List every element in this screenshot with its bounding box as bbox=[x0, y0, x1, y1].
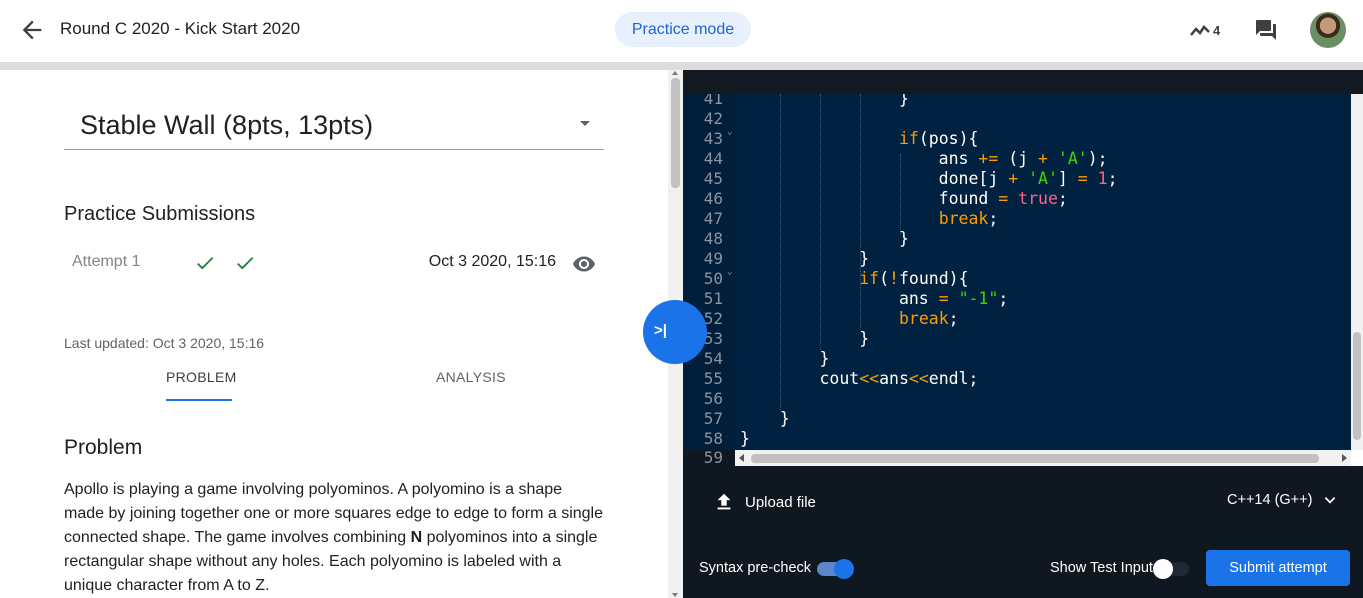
editor-gutter-footer: 59 bbox=[683, 448, 735, 467]
problem-heading: Problem bbox=[64, 436, 143, 459]
code-line: 56 bbox=[703, 389, 723, 408]
problem-statement: Apollo is playing a game involving polyo… bbox=[64, 478, 604, 598]
attempt-date: Oct 3 2020, 15:16 bbox=[428, 253, 556, 270]
attempt-label: Attempt 1 bbox=[72, 253, 141, 270]
scroll-right-arrow-icon[interactable] bbox=[1342, 454, 1347, 462]
problem-dropdown[interactable]: Stable Wall (8pts, 13pts) bbox=[64, 110, 604, 150]
active-tab-indicator bbox=[166, 399, 232, 401]
code-line: 52 break; bbox=[703, 309, 959, 328]
code-line: 58} bbox=[703, 429, 750, 448]
scroll-up-arrow-icon[interactable] bbox=[672, 71, 678, 75]
code-editor[interactable]: 41 } 42 43 ⌄ if(pos){ 44 ans += (j + 'A')… bbox=[683, 94, 1351, 450]
code-line: 49 } bbox=[703, 249, 870, 268]
code-line: 48 } bbox=[703, 229, 909, 248]
tab-problem[interactable]: PROBLEM bbox=[166, 369, 237, 385]
trend-count: 4 bbox=[1213, 22, 1221, 38]
collapse-panel-button[interactable]: >| bbox=[643, 300, 707, 364]
code-line: 54 } bbox=[703, 349, 830, 368]
code-line: 53 } bbox=[703, 329, 870, 348]
code-line: 42 bbox=[703, 109, 723, 128]
code-line: 44 ans += (j + 'A'); bbox=[703, 149, 1108, 168]
upload-label: Upload file bbox=[745, 493, 816, 511]
avatar[interactable] bbox=[1310, 12, 1346, 48]
syntax-precheck-toggle[interactable] bbox=[817, 559, 854, 579]
upload-icon bbox=[717, 493, 731, 510]
scrollbar-thumb[interactable] bbox=[671, 78, 680, 188]
show-test-input-toggle[interactable] bbox=[1153, 559, 1189, 579]
code-line: 41 } bbox=[703, 94, 909, 108]
view-eye-icon[interactable] bbox=[572, 252, 596, 276]
top-app-bar: Round C 2020 - Kick Start 2020 Practice … bbox=[0, 0, 1363, 62]
code-line: 45 done[j + 'A'] = 1; bbox=[703, 169, 1118, 188]
problem-panel: Stable Wall (8pts, 13pts) Practice Submi… bbox=[0, 70, 668, 598]
scrollbar-thumb[interactable] bbox=[1353, 332, 1361, 440]
upload-file-button[interactable]: Upload file bbox=[713, 491, 816, 513]
check-icon bbox=[197, 257, 214, 270]
code-line: 43 ⌄ if(pos){ bbox=[703, 127, 979, 148]
fold-arrow-icon: ⌄ bbox=[727, 267, 733, 277]
code-line: 51 ans = "-1"; bbox=[703, 289, 1009, 308]
submit-attempt-button[interactable]: Submit attempt bbox=[1206, 550, 1350, 586]
tab-analysis[interactable]: ANALYSIS bbox=[436, 369, 506, 385]
collapse-icon: >| bbox=[654, 322, 667, 339]
problem-dropdown-value: Stable Wall (8pts, 13pts) bbox=[80, 110, 374, 140]
submission-bar: Upload file C++14 (G++) Syntax pre-check… bbox=[683, 466, 1363, 598]
chevron-down-icon[interactable] bbox=[1323, 493, 1337, 507]
show-test-input-label: Show Test Input bbox=[1050, 560, 1153, 576]
code-line: 55 cout<<ans<<endl; bbox=[703, 369, 979, 388]
code-line-number: 59 bbox=[703, 448, 723, 467]
scroll-down-arrow-icon[interactable] bbox=[672, 593, 678, 597]
syntax-precheck-label: Syntax pre-check bbox=[699, 560, 812, 576]
code-line: 57 } bbox=[703, 409, 790, 428]
check-icon bbox=[237, 257, 254, 270]
editor-vertical-scrollbar[interactable] bbox=[1351, 94, 1363, 450]
attempt-row: Attempt 1 Oct 3 2020, 15:16 bbox=[64, 248, 604, 276]
scoreboard-trend-button[interactable]: 4 bbox=[1188, 18, 1220, 42]
editor-header bbox=[683, 70, 1363, 94]
code-line: 50 ⌄ if(!found){ bbox=[703, 267, 969, 288]
problem-text-variable: N bbox=[410, 529, 423, 546]
code-line: 46 found = true; bbox=[703, 189, 1068, 208]
practice-mode-chip: Practice mode bbox=[615, 12, 751, 47]
dropdown-caret-icon bbox=[580, 121, 590, 126]
fold-arrow-icon: ⌄ bbox=[727, 127, 733, 137]
trending-icon bbox=[1190, 25, 1210, 36]
topbar-divider bbox=[0, 62, 1363, 70]
editor-horizontal-scrollbar[interactable] bbox=[735, 450, 1351, 466]
chat-icon[interactable] bbox=[1254, 18, 1278, 42]
submissions-title: Practice Submissions bbox=[64, 203, 256, 225]
language-select[interactable]: C++14 (G++) bbox=[1227, 492, 1312, 508]
back-arrow-icon[interactable] bbox=[18, 16, 46, 44]
page-title: Round C 2020 - Kick Start 2020 bbox=[60, 19, 301, 38]
code-line: 47 break; bbox=[703, 209, 999, 228]
scrollbar-thumb[interactable] bbox=[751, 454, 1319, 463]
last-updated-text: Last updated: Oct 3 2020, 15:16 bbox=[64, 335, 265, 351]
scroll-left-arrow-icon[interactable] bbox=[739, 454, 744, 462]
